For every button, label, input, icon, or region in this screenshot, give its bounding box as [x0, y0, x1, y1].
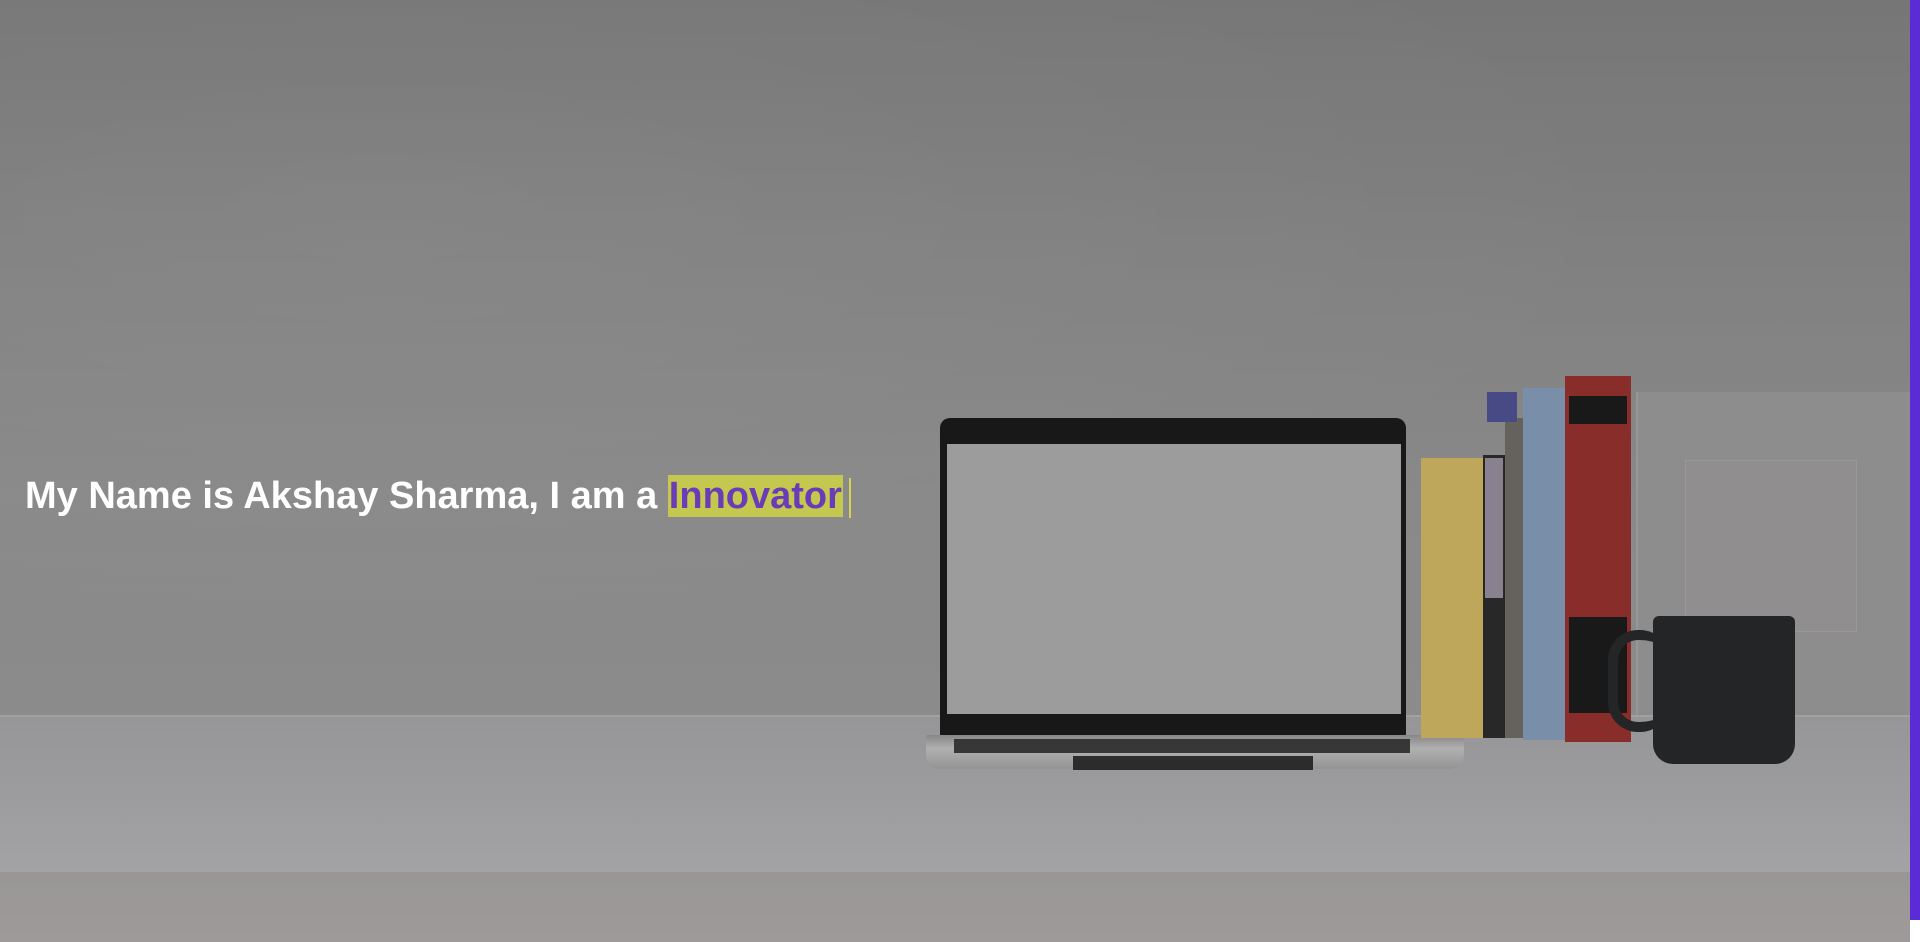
intro-text: My Name is Akshay Sharma, I am a	[25, 475, 668, 517]
scrollbar-thumb[interactable]	[1910, 0, 1920, 920]
typed-word: Innovator	[667, 475, 843, 517]
typing-cursor	[848, 477, 851, 518]
hero-headline: My Name is Akshay Sharma, I am a Innovat…	[25, 474, 851, 518]
hero-section: My Name is Akshay Sharma, I am a Innovat…	[0, 0, 1910, 942]
